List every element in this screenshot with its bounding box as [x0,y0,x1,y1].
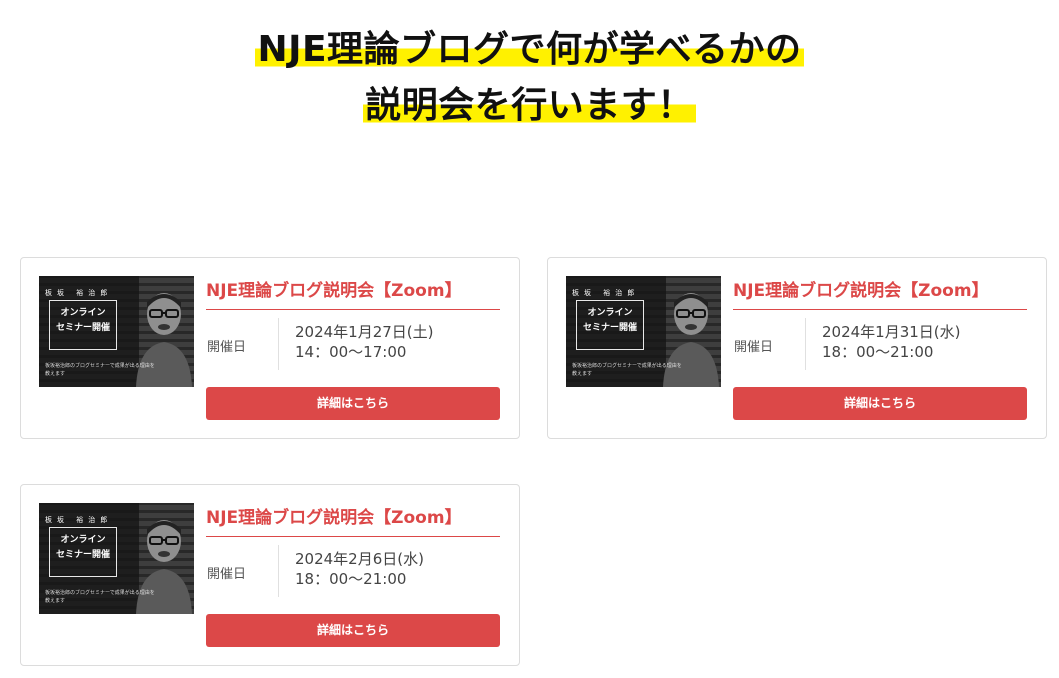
event-card: 板坂 裕治郎 オンライン セミナー開催 板坂裕治郎のブログセミナーで成果が出る理由… [20,484,520,666]
thumbnail-subtitle: 板坂裕治郎のブログセミナーで成果が出る理由を教えます [45,363,155,377]
details-button[interactable]: 詳細はこちら [206,614,500,647]
page-heading: NJE理論ブログで何が学べるかの 説明会を行います！ [0,24,1059,136]
date-divider [805,318,806,370]
event-card: 板坂 裕治郎 オンライン セミナー開催 板坂裕治郎のブログセミナーで成果が出る理由… [547,257,1047,439]
event-title[interactable]: NJE理論ブログ説明会【Zoom】 [206,505,500,537]
event-date: 2024年1月31日(水) 18：00〜21:00 [822,323,961,361]
heading-line-1: NJE理論ブログで何が学べるかの [255,29,804,70]
seminar-thumbnail[interactable]: 板坂 裕治郎 オンライン セミナー開催 板坂裕治郎のブログセミナーで成果が出る理由… [566,276,721,387]
date-divider [278,318,279,370]
thumbnail-name: 板坂 裕治郎 [572,289,640,297]
date-divider [278,545,279,597]
thumbnail-subtitle: 板坂裕治郎のブログセミナーで成果が出る理由を教えます [572,363,682,377]
thumbnail-subtitle: 板坂裕治郎のブログセミナーで成果が出る理由を教えます [45,590,155,604]
details-button[interactable]: 詳細はこちら [206,387,500,420]
event-date: 2024年1月27日(土) 14：00〜17:00 [295,323,434,361]
date-label: 開催日 [207,567,247,582]
details-button[interactable]: 詳細はこちら [733,387,1027,420]
event-title[interactable]: NJE理論ブログ説明会【Zoom】 [206,278,500,310]
thumbnail-title: オンライン セミナー開催 [55,308,110,333]
seminar-thumbnail[interactable]: 板坂 裕治郎 オンライン セミナー開催 板坂裕治郎のブログセミナーで成果が出る理由… [39,503,194,614]
date-label: 開催日 [207,340,247,355]
thumbnail-name: 板坂 裕治郎 [45,289,113,297]
date-label: 開催日 [734,340,774,355]
event-title[interactable]: NJE理論ブログ説明会【Zoom】 [733,278,1027,310]
event-card: 板坂 裕治郎 オンライン セミナー開催 板坂裕治郎のブログセミナーで成果が出る理由… [20,257,520,439]
thumbnail-title: オンライン セミナー開催 [582,308,637,333]
heading-line-2: 説明会を行います！ [363,85,696,126]
thumbnail-name: 板坂 裕治郎 [45,516,113,524]
event-date: 2024年2月6日(水) 18：00〜21:00 [295,550,424,588]
thumbnail-title: オンライン セミナー開催 [55,535,110,560]
seminar-thumbnail[interactable]: 板坂 裕治郎 オンライン セミナー開催 板坂裕治郎のブログセミナーで成果が出る理由… [39,276,194,387]
